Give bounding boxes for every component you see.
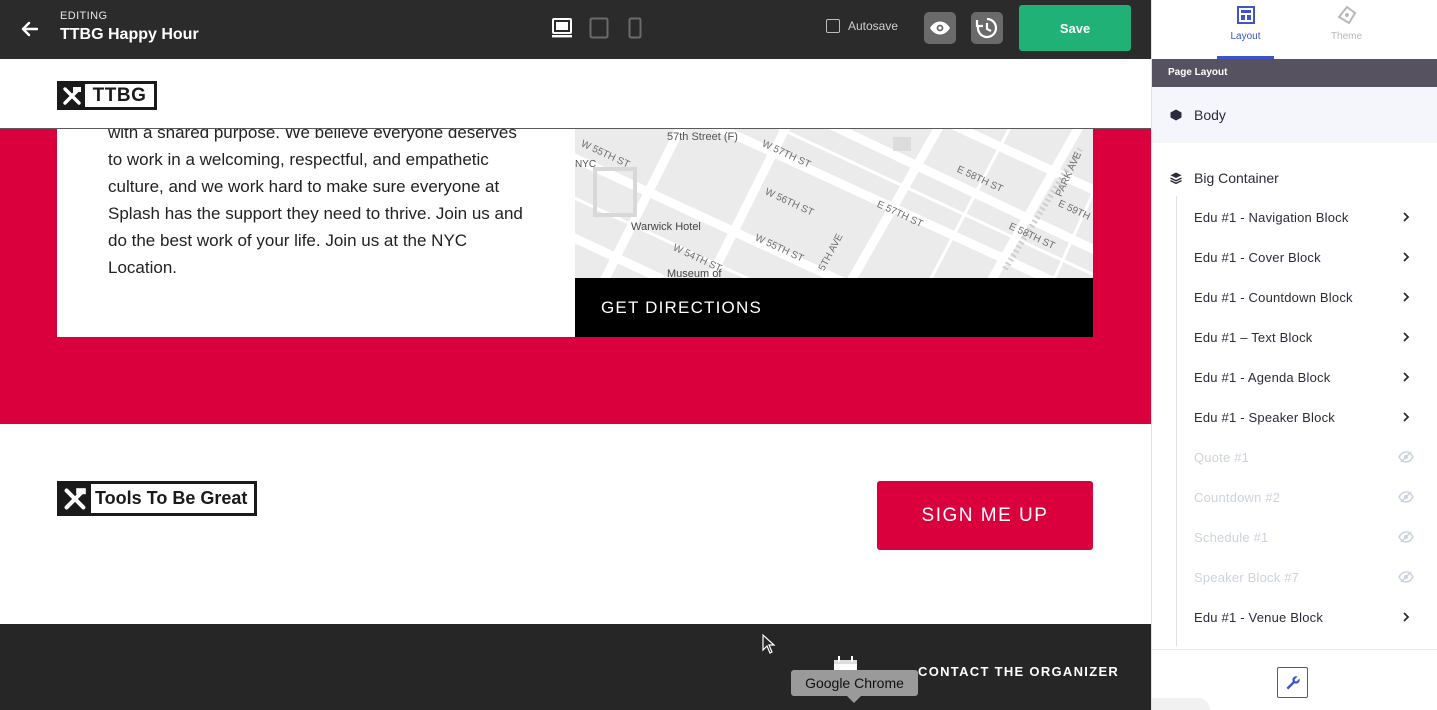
tab-layout[interactable]: Layout [1217,0,1274,59]
eye-slash-icon[interactable] [1398,571,1414,583]
page-title: TTBG Happy Hour [60,26,199,43]
tab-layout-label: Layout [1230,31,1261,42]
layer-block-label: Schedule #1 [1194,529,1269,545]
chevron-right-icon[interactable] [1398,291,1414,303]
layer-block-item[interactable]: Edu #1 – Text Block [1194,317,1414,357]
chevron-right-icon[interactable] [1398,371,1414,383]
layer-big-container-label: Big Container [1194,170,1279,186]
cube-icon [1170,109,1182,121]
layout-panel: Layout Theme Page Layout Body Big Contai… [1151,0,1437,710]
layer-body[interactable]: Body [1152,87,1437,143]
layer-block-item[interactable]: Speaker Block #7 [1194,557,1414,597]
desktop-view-button[interactable] [550,16,574,40]
layer-block-label: Quote #1 [1194,449,1250,465]
panel-tabs: Layout Theme [1152,0,1437,59]
layer-block-label: Edu #1 - Countdown Block [1194,289,1353,305]
desktop-icon [552,18,572,38]
layer-block-item[interactable]: Quote #1 [1194,437,1414,477]
layer-block-label: Countdown #2 [1194,489,1281,505]
eye-slash-icon[interactable] [1398,531,1414,543]
editor-toolbar: EDITING TTBG Happy Hour Autosave Save [0,0,1151,59]
autosave-label: Autosave [848,19,899,33]
mouse-cursor-icon [762,634,776,654]
site-footer: CONTACT THE ORGANIZER [0,624,1151,710]
layer-block-item[interactable]: Edu #1 - Venue Block [1194,597,1414,637]
layer-block-label: Edu #1 - Venue Block [1194,609,1324,625]
layer-block-label: Edu #1 - Agenda Block [1194,369,1331,385]
site-logo-text: TTBG [85,84,154,107]
tab-theme-label: Theme [1330,31,1363,42]
footer-logo-text: Tools To Be Great [91,484,254,513]
layer-block-label: Edu #1 - Speaker Block [1194,409,1335,425]
layer-block-item[interactable]: Edu #1 - Navigation Block [1194,197,1414,237]
layer-block-label: Edu #1 – Text Block [1194,329,1313,345]
mobile-view-button[interactable] [626,16,644,40]
chrome-tooltip: Google Chrome [791,670,918,703]
map-label: NYC [575,159,597,170]
eye-slash-icon[interactable] [1398,451,1414,463]
get-directions-button[interactable]: GET DIRECTIONS [575,278,1093,337]
autosave-checkbox[interactable] [826,19,840,33]
footer-decoration [1152,698,1210,710]
eye-slash-icon[interactable] [1398,491,1414,503]
tab-theme[interactable]: Theme [1318,0,1375,59]
back-button[interactable] [14,14,44,44]
layer-block-label: Edu #1 - Cover Block [1194,249,1321,265]
contact-organizer-link[interactable]: CONTACT THE ORGANIZER [918,664,1119,679]
venue-card: with a shared purpose. We believe everyo… [57,123,575,337]
layout-icon [1236,6,1255,24]
layer-block-item[interactable]: Edu #1 - Agenda Block [1194,357,1414,397]
layer-block-label: Edu #1 - Navigation Block [1194,209,1349,225]
mobile-icon [628,17,642,39]
panel-footer [1152,649,1437,710]
layer-block-item[interactable]: Schedule #1 [1194,517,1414,557]
wrench-icon [1286,675,1300,689]
tools-icon [59,83,85,108]
layer-body-label: Body [1194,107,1226,123]
tree-guide-line [1176,196,1177,646]
footer-logo[interactable]: Tools To Be Great [57,481,257,516]
venue-map[interactable]: 57th Street (F) W 55TH ST W 57TH ST NYC … [575,129,1093,279]
map-label: Warwick Hotel [631,221,701,233]
save-button[interactable]: Save [1019,5,1131,51]
tablet-icon [589,17,609,39]
sign-me-up-button[interactable]: SIGN ME UP [877,481,1093,550]
map-label: 57th Street (F) [667,131,738,143]
layer-block-label: Speaker Block #7 [1194,569,1300,585]
site-logo[interactable]: TTBG [57,81,157,110]
theme-icon [1337,5,1356,25]
page-canvas: TTBG with a shared purpose. We believe e… [0,59,1151,710]
layer-block-item[interactable]: Edu #1 - Countdown Block [1194,277,1414,317]
layers-icon [1170,172,1182,184]
editing-label: EDITING [60,10,108,22]
chevron-right-icon[interactable] [1398,211,1414,223]
chevron-right-icon[interactable] [1398,331,1414,343]
venue-section: with a shared purpose. We believe everyo… [0,123,1151,424]
site-header: TTBG [0,59,1151,129]
chevron-right-icon[interactable] [1398,411,1414,423]
tablet-view-button[interactable] [588,16,610,40]
chevron-right-icon[interactable] [1398,251,1414,263]
layer-block-item[interactable]: Countdown #2 [1194,477,1414,517]
preview-eye-icon [930,21,950,35]
layer-big-container[interactable]: Big Container [1152,164,1437,192]
venue-description: with a shared purpose. We believe everyo… [108,123,523,277]
back-arrow-icon [21,21,38,37]
layer-block-item[interactable]: Edu #1 - Speaker Block [1194,397,1414,437]
autosave-toggle[interactable]: Autosave [826,19,898,33]
preview-button[interactable] [924,12,956,44]
signup-section: Tools To Be Great SIGN ME UP [0,424,1151,624]
history-button[interactable] [971,12,1003,44]
settings-button[interactable] [1277,667,1308,698]
history-icon [975,17,998,39]
tools-icon [59,483,91,514]
panel-header: Page Layout [1152,59,1437,87]
layer-block-item[interactable]: Edu #1 - Cover Block [1194,237,1414,277]
chevron-right-icon[interactable] [1398,611,1414,623]
